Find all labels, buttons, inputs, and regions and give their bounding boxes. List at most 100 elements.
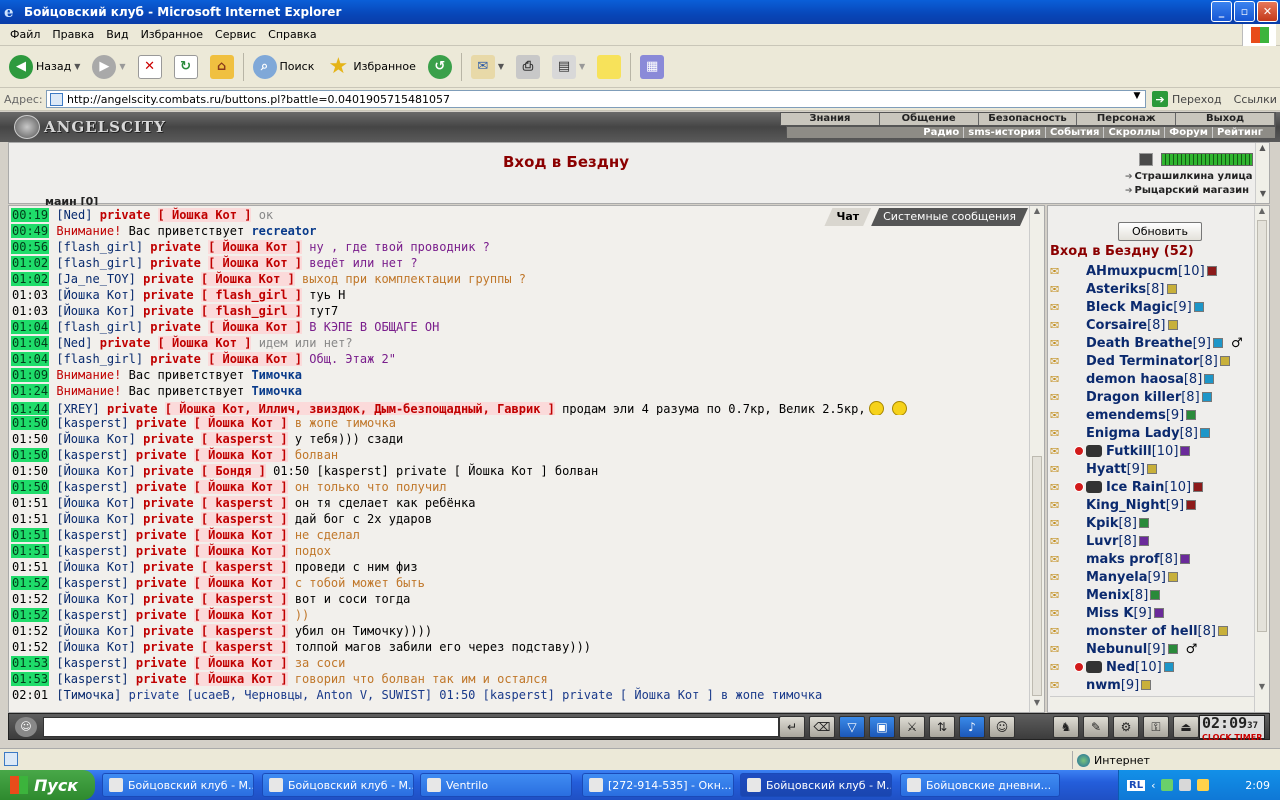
user-info-icon[interactable] — [1167, 644, 1178, 654]
save-icon[interactable]: ▣ — [869, 716, 895, 738]
gears-icon[interactable]: ⚙ — [1113, 716, 1139, 738]
private-recipient[interactable]: Йошка Кот — [223, 352, 288, 366]
user-info-icon[interactable] — [1167, 572, 1178, 582]
print-button[interactable]: ⎙ — [513, 50, 543, 84]
private-message-icon[interactable] — [1050, 589, 1072, 601]
chat-time[interactable]: 01:53 — [11, 672, 50, 686]
chat-time[interactable]: 01:44 — [11, 402, 50, 415]
private-message-icon[interactable] — [1050, 607, 1072, 619]
chat-time[interactable]: 01:50 — [11, 448, 50, 462]
nav-sub-item[interactable]: Радио — [919, 127, 965, 138]
nav-sub-item[interactable]: Рейтинг — [1213, 127, 1267, 138]
user-name[interactable]: Death Breathe — [1086, 336, 1193, 351]
greeted-user[interactable]: Тимочка — [251, 368, 302, 382]
private-message-icon[interactable] — [1050, 517, 1072, 529]
chat-sender[interactable]: [kasperst] — [56, 416, 128, 430]
private-message-icon[interactable] — [1050, 373, 1072, 385]
chat-time[interactable]: 01:04 — [11, 336, 50, 350]
eraser-icon[interactable]: ⌫ — [809, 716, 835, 738]
menu-item[interactable]: Справка — [262, 28, 322, 41]
chat-time[interactable]: 01:50 — [11, 416, 50, 430]
room-scrollbar[interactable]: ▲ ▼ — [1255, 143, 1269, 203]
user-name[interactable]: Enigma Lady — [1086, 426, 1180, 441]
user-info-icon[interactable] — [1186, 410, 1197, 420]
chat-time[interactable]: 01:51 — [11, 544, 50, 558]
private-message-icon[interactable] — [1050, 643, 1072, 655]
smiley-icon[interactable]: ☺ — [989, 716, 1015, 738]
user-name[interactable]: Ded Terminator — [1086, 354, 1199, 369]
private-message-icon[interactable] — [1050, 571, 1072, 583]
user-name[interactable]: Miss K — [1086, 606, 1133, 621]
mail-button[interactable]: ✉ ▼ — [468, 50, 507, 84]
stop-button[interactable]: ✕ — [135, 50, 165, 84]
chat-input[interactable] — [43, 717, 779, 737]
user-info-icon[interactable] — [1206, 266, 1217, 276]
user-name[interactable]: Luvr — [1086, 534, 1118, 549]
menu-item[interactable]: Правка — [46, 28, 100, 41]
private-message-icon[interactable] — [1050, 445, 1072, 457]
chat-sender[interactable]: [Йошка Кот] — [56, 496, 135, 510]
chat-time[interactable]: 01:03 — [11, 288, 49, 302]
private-recipient[interactable]: Йошка Кот — [172, 336, 237, 350]
address-input[interactable]: http://angelscity.combats.ru/buttons.pl?… — [46, 90, 1146, 108]
user-info-icon[interactable] — [1219, 356, 1230, 366]
chat-sender[interactable]: [kasperst] — [56, 480, 128, 494]
private-recipient[interactable]: kasperst — [215, 496, 273, 510]
chat-time[interactable]: 01:52 — [11, 624, 49, 638]
private-recipients[interactable]: private [ Йошка Кот ] — [150, 352, 303, 366]
private-recipients[interactable]: private [ kasperst ] — [143, 624, 288, 638]
user-info-icon[interactable] — [1201, 392, 1212, 402]
sort-icon[interactable]: ⇅ — [929, 716, 955, 738]
menu-item[interactable]: Сервис — [209, 28, 262, 41]
scroll-up-icon[interactable]: ▲ — [1030, 206, 1044, 220]
taskbar-button[interactable]: Бойцовский клуб - M... — [740, 773, 892, 797]
scroll-up-icon[interactable]: ▲ — [1256, 143, 1269, 157]
user-info-icon[interactable] — [1163, 662, 1174, 672]
chat-sender[interactable]: [Ned] — [56, 336, 92, 350]
minimize-button[interactable]: _ — [1211, 1, 1232, 22]
chat-time[interactable]: 01:52 — [11, 592, 49, 606]
chat-time[interactable]: 01:24 — [11, 384, 50, 398]
private-recipient[interactable]: Йошка Кот — [215, 272, 280, 286]
chat-sender[interactable]: [flash_girl] — [56, 256, 143, 270]
chat-time[interactable]: 01:04 — [11, 320, 50, 334]
menu-item[interactable]: Вид — [100, 28, 134, 41]
chat-sender[interactable]: [Тимочка] — [56, 688, 121, 702]
user-info-icon[interactable] — [1179, 554, 1190, 564]
chat-time[interactable]: 01:04 — [11, 352, 50, 366]
nav-top-item[interactable]: Безопасность — [979, 113, 1078, 125]
user-info-icon[interactable] — [1150, 590, 1161, 600]
private-message-icon[interactable] — [1050, 661, 1072, 673]
tab-chat[interactable]: Чат — [824, 208, 871, 226]
user-name[interactable]: King_Night — [1086, 498, 1166, 513]
user-name[interactable]: AHmuxpucm — [1086, 264, 1178, 279]
send-icon[interactable]: ↵ — [779, 716, 805, 738]
user-name[interactable]: Asteriks — [1086, 282, 1146, 297]
private-recipient[interactable]: Йошка Кот — [208, 528, 273, 542]
chat-sender[interactable]: [XREY] — [56, 402, 99, 415]
scroll-down-icon[interactable]: ▼ — [1030, 698, 1044, 712]
greeted-user[interactable]: recreator — [251, 224, 316, 238]
exit-icon[interactable]: ⏏ — [1173, 716, 1199, 738]
private-recipients[interactable]: private [ Йошка Кот, Иллич, звиздюк, Дым… — [107, 402, 555, 415]
user-name[interactable]: Hyatt — [1086, 462, 1127, 477]
chat-sender[interactable]: [kasperst] — [56, 608, 128, 622]
user-name[interactable]: nwm — [1086, 678, 1121, 693]
nav-sub-item[interactable]: Форум — [1165, 127, 1213, 138]
private-recipients[interactable]: private [ Йошка Кот ] — [143, 272, 295, 286]
chat-head-icon[interactable]: ☺ — [15, 717, 37, 737]
start-button[interactable]: Пуск — [0, 770, 95, 800]
chat-time[interactable]: 01:51 — [11, 560, 49, 574]
nav-sub-item[interactable]: События — [1046, 127, 1105, 138]
private-message-icon[interactable] — [1050, 625, 1072, 637]
user-name[interactable]: Corsaire — [1086, 318, 1147, 333]
taskbar-button[interactable]: [272-914-535] - Окн... — [582, 773, 734, 797]
user-name[interactable]: Dragon killer — [1086, 390, 1181, 405]
nav-sub-item[interactable]: sms-история — [964, 127, 1046, 138]
nav-sub-item[interactable]: Скроллы — [1104, 127, 1166, 138]
private-message-icon[interactable] — [1050, 409, 1072, 421]
private-message-icon[interactable] — [1050, 553, 1072, 565]
user-info-icon[interactable] — [1146, 464, 1157, 474]
chat-sender[interactable]: [Йошка Кот] — [56, 624, 135, 638]
address-url[interactable]: http://angelscity.combats.ru/buttons.pl?… — [67, 93, 450, 106]
